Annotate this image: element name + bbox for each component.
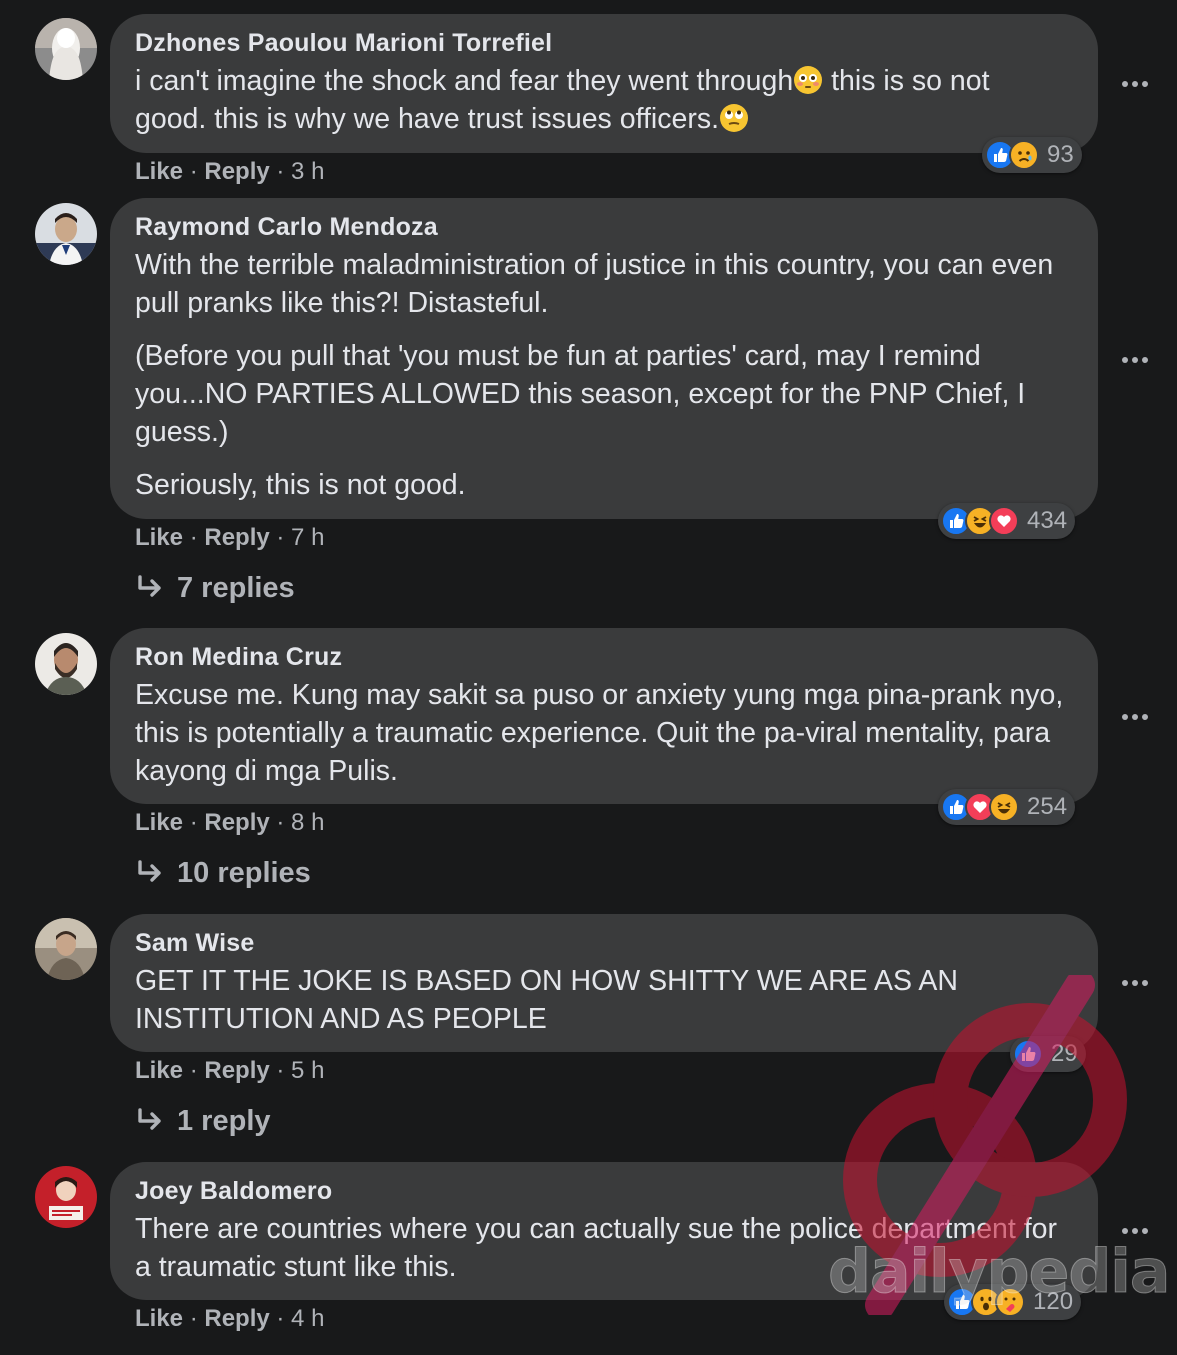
reaction-summary[interactable]: 120 <box>944 1284 1082 1320</box>
timestamp[interactable]: 4 h <box>291 1305 324 1332</box>
reaction-count: 120 <box>1033 1288 1074 1315</box>
more-options-icon[interactable] <box>1118 79 1152 89</box>
comment-bubble: Dzhones Paoulou Marioni Torrefiel i can'… <box>110 14 1098 153</box>
comment-author[interactable]: Raymond Carlo Mendoza <box>135 212 1068 242</box>
separator: · <box>269 524 292 551</box>
replies-count-label: 7 replies <box>177 572 295 604</box>
comment-paragraph: Seriously, this is not good. <box>135 469 466 501</box>
reaction-summary[interactable]: 434 <box>938 503 1076 539</box>
care-reaction-icon <box>995 1287 1025 1317</box>
reaction-summary[interactable]: 93 <box>982 137 1082 173</box>
comment-author[interactable]: Ron Medina Cruz <box>135 642 1068 672</box>
comment-text: Excuse me. Kung may sakit sa puso or anx… <box>135 679 1064 787</box>
more-options-icon[interactable] <box>1118 1226 1152 1236</box>
timestamp[interactable]: 5 h <box>291 1057 324 1084</box>
comment-text-part: i can't imagine the shock and fear they … <box>135 65 794 97</box>
comment-text: There are countries where you can actual… <box>135 1213 1058 1283</box>
replies-count-label: 10 replies <box>177 857 311 889</box>
comment-text: GET IT THE JOKE IS BASED ON HOW SHITTY W… <box>135 965 958 1035</box>
reply-arrow-icon <box>138 860 161 882</box>
separator: · <box>269 158 292 185</box>
love-reaction-icon <box>989 506 1019 536</box>
reply-button[interactable]: Reply <box>204 1057 269 1084</box>
reply-button[interactable]: Reply <box>204 158 269 185</box>
reaction-summary[interactable]: 29 <box>1010 1036 1086 1072</box>
comment-author[interactable]: Joey Baldomero <box>135 1176 1068 1206</box>
view-replies-link[interactable]: 1 reply <box>135 1104 271 1138</box>
avatar[interactable] <box>35 918 97 980</box>
avatar[interactable] <box>35 633 97 695</box>
separator: · <box>183 1057 205 1084</box>
avatar[interactable] <box>35 1166 97 1228</box>
separator: · <box>269 1057 292 1084</box>
view-replies-link[interactable]: 7 replies <box>135 571 295 605</box>
separator: · <box>183 524 205 551</box>
sad-reaction-icon <box>1009 140 1039 170</box>
timestamp[interactable]: 7 h <box>291 524 324 551</box>
avatar[interactable] <box>35 18 97 80</box>
more-options-icon[interactable] <box>1118 355 1152 365</box>
comment-bubble: Raymond Carlo Mendoza With the terrible … <box>110 198 1098 519</box>
reply-button[interactable]: Reply <box>204 524 269 551</box>
comment-text: With the terrible maladministration of j… <box>135 246 1068 504</box>
like-button[interactable]: Like <box>135 1305 183 1332</box>
comment-bubble: Sam Wise GET IT THE JOKE IS BASED ON HOW… <box>110 914 1098 1052</box>
like-reaction-icon <box>1013 1039 1043 1069</box>
comment-paragraph: (Before you pull that 'you must be fun a… <box>135 340 1026 448</box>
separator: · <box>183 158 205 185</box>
flushed-face-icon <box>793 65 823 95</box>
comment-author[interactable]: Sam Wise <box>135 928 1068 958</box>
reaction-count: 93 <box>1047 141 1074 168</box>
replies-count-label: 1 reply <box>177 1105 271 1137</box>
reaction-count: 29 <box>1051 1040 1078 1067</box>
reaction-count: 254 <box>1027 793 1068 820</box>
comment-actions: Like · Reply · 4 h <box>135 1304 324 1334</box>
separator: · <box>269 1305 292 1332</box>
avatar[interactable] <box>35 203 97 265</box>
separator: · <box>269 809 292 836</box>
timestamp[interactable]: 8 h <box>291 809 324 836</box>
more-options-icon[interactable] <box>1118 978 1152 988</box>
view-replies-link[interactable]: 10 replies <box>135 856 311 890</box>
like-button[interactable]: Like <box>135 158 183 185</box>
separator: · <box>183 809 205 836</box>
reply-button[interactable]: Reply <box>204 809 269 836</box>
like-button[interactable]: Like <box>135 809 183 836</box>
reaction-count: 434 <box>1027 507 1068 534</box>
like-button[interactable]: Like <box>135 1057 183 1084</box>
comment-bubble: Joey Baldomero There are countries where… <box>110 1162 1098 1300</box>
reaction-summary[interactable]: 254 <box>938 789 1076 825</box>
comment-paragraph: With the terrible maladministration of j… <box>135 249 1054 319</box>
reply-button[interactable]: Reply <box>204 1305 269 1332</box>
comment-author[interactable]: Dzhones Paoulou Marioni Torrefiel <box>135 28 1068 58</box>
reply-arrow-icon <box>138 1108 161 1130</box>
comment-actions: Like · Reply · 8 h <box>135 808 324 838</box>
comment-actions: Like · Reply · 3 h <box>135 157 324 187</box>
comment-actions: Like · Reply · 7 h <box>135 523 324 553</box>
reply-arrow-icon <box>138 575 161 597</box>
timestamp[interactable]: 3 h <box>291 158 324 185</box>
like-button[interactable]: Like <box>135 524 183 551</box>
comment-bubble: Ron Medina Cruz Excuse me. Kung may saki… <box>110 628 1098 804</box>
comment-actions: Like · Reply · 5 h <box>135 1056 324 1086</box>
rolling-eyes-face-icon <box>719 103 749 133</box>
comment-text: i can't imagine the shock and fear they … <box>135 62 1068 138</box>
separator: · <box>183 1305 205 1332</box>
haha-reaction-icon <box>989 792 1019 822</box>
more-options-icon[interactable] <box>1118 712 1152 722</box>
